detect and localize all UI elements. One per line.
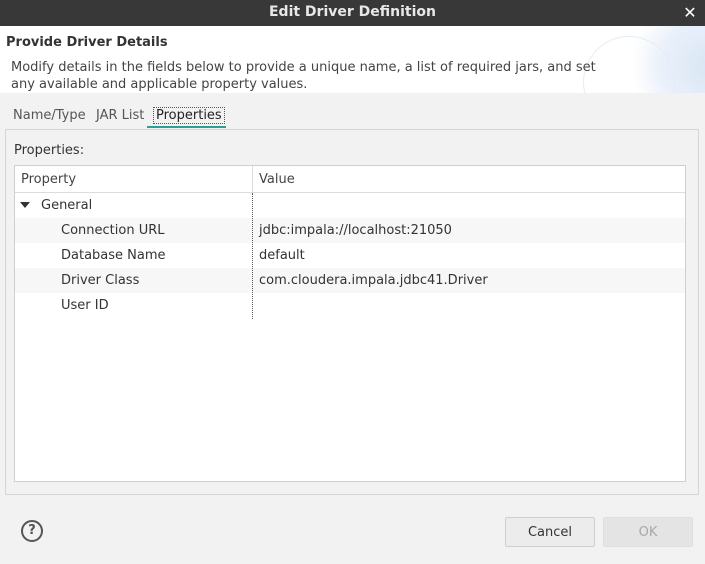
wizard-header: Provide Driver Details Modify details in… bbox=[0, 26, 705, 93]
table-row[interactable]: Database Name default bbox=[15, 243, 685, 268]
close-icon[interactable]: ✕ bbox=[681, 0, 699, 26]
value-column-divider bbox=[252, 193, 253, 319]
ok-button[interactable]: OK bbox=[603, 517, 693, 547]
cancel-button[interactable]: Cancel bbox=[505, 517, 595, 547]
tab-properties-label: Properties bbox=[153, 107, 225, 124]
table-row[interactable]: Connection URL jdbc:impala://localhost:2… bbox=[15, 218, 685, 243]
chevron-down-icon[interactable] bbox=[20, 202, 30, 208]
dialog-titlebar: Edit Driver Definition ✕ bbox=[0, 0, 705, 26]
column-divider[interactable] bbox=[252, 166, 253, 192]
header-title: Provide Driver Details bbox=[6, 35, 168, 50]
property-value[interactable]: com.cloudera.impala.jdbc41.Driver bbox=[259, 268, 488, 293]
help-icon[interactable]: ? bbox=[21, 520, 43, 542]
dialog-title: Edit Driver Definition bbox=[268, 4, 436, 20]
tab-properties[interactable]: Properties bbox=[153, 103, 225, 127]
property-name: Database Name bbox=[61, 248, 166, 263]
property-name: User ID bbox=[61, 298, 109, 313]
property-value[interactable]: default bbox=[259, 243, 305, 268]
tree-group-row[interactable]: General bbox=[15, 193, 685, 218]
tab-jar-list[interactable]: JAR List bbox=[96, 103, 144, 127]
tab-name-type[interactable]: Name/Type bbox=[13, 103, 86, 127]
header-description: Modify details in the fields below to pr… bbox=[11, 60, 596, 92]
table-row[interactable]: Driver Class com.cloudera.impala.jdbc41.… bbox=[15, 268, 685, 293]
table-header: Property Value bbox=[15, 166, 685, 193]
property-value[interactable]: jdbc:impala://localhost:21050 bbox=[259, 218, 452, 243]
active-tab-indicator bbox=[147, 126, 226, 128]
table-row[interactable]: User ID bbox=[15, 293, 685, 318]
properties-table[interactable]: Property Value General Connection URL jd… bbox=[14, 165, 686, 482]
properties-label: Properties: bbox=[14, 143, 85, 158]
column-header-property[interactable]: Property bbox=[21, 166, 76, 192]
column-header-value[interactable]: Value bbox=[259, 166, 295, 192]
property-name: Connection URL bbox=[61, 223, 165, 238]
property-name: Driver Class bbox=[61, 273, 140, 288]
group-label: General bbox=[41, 198, 93, 213]
